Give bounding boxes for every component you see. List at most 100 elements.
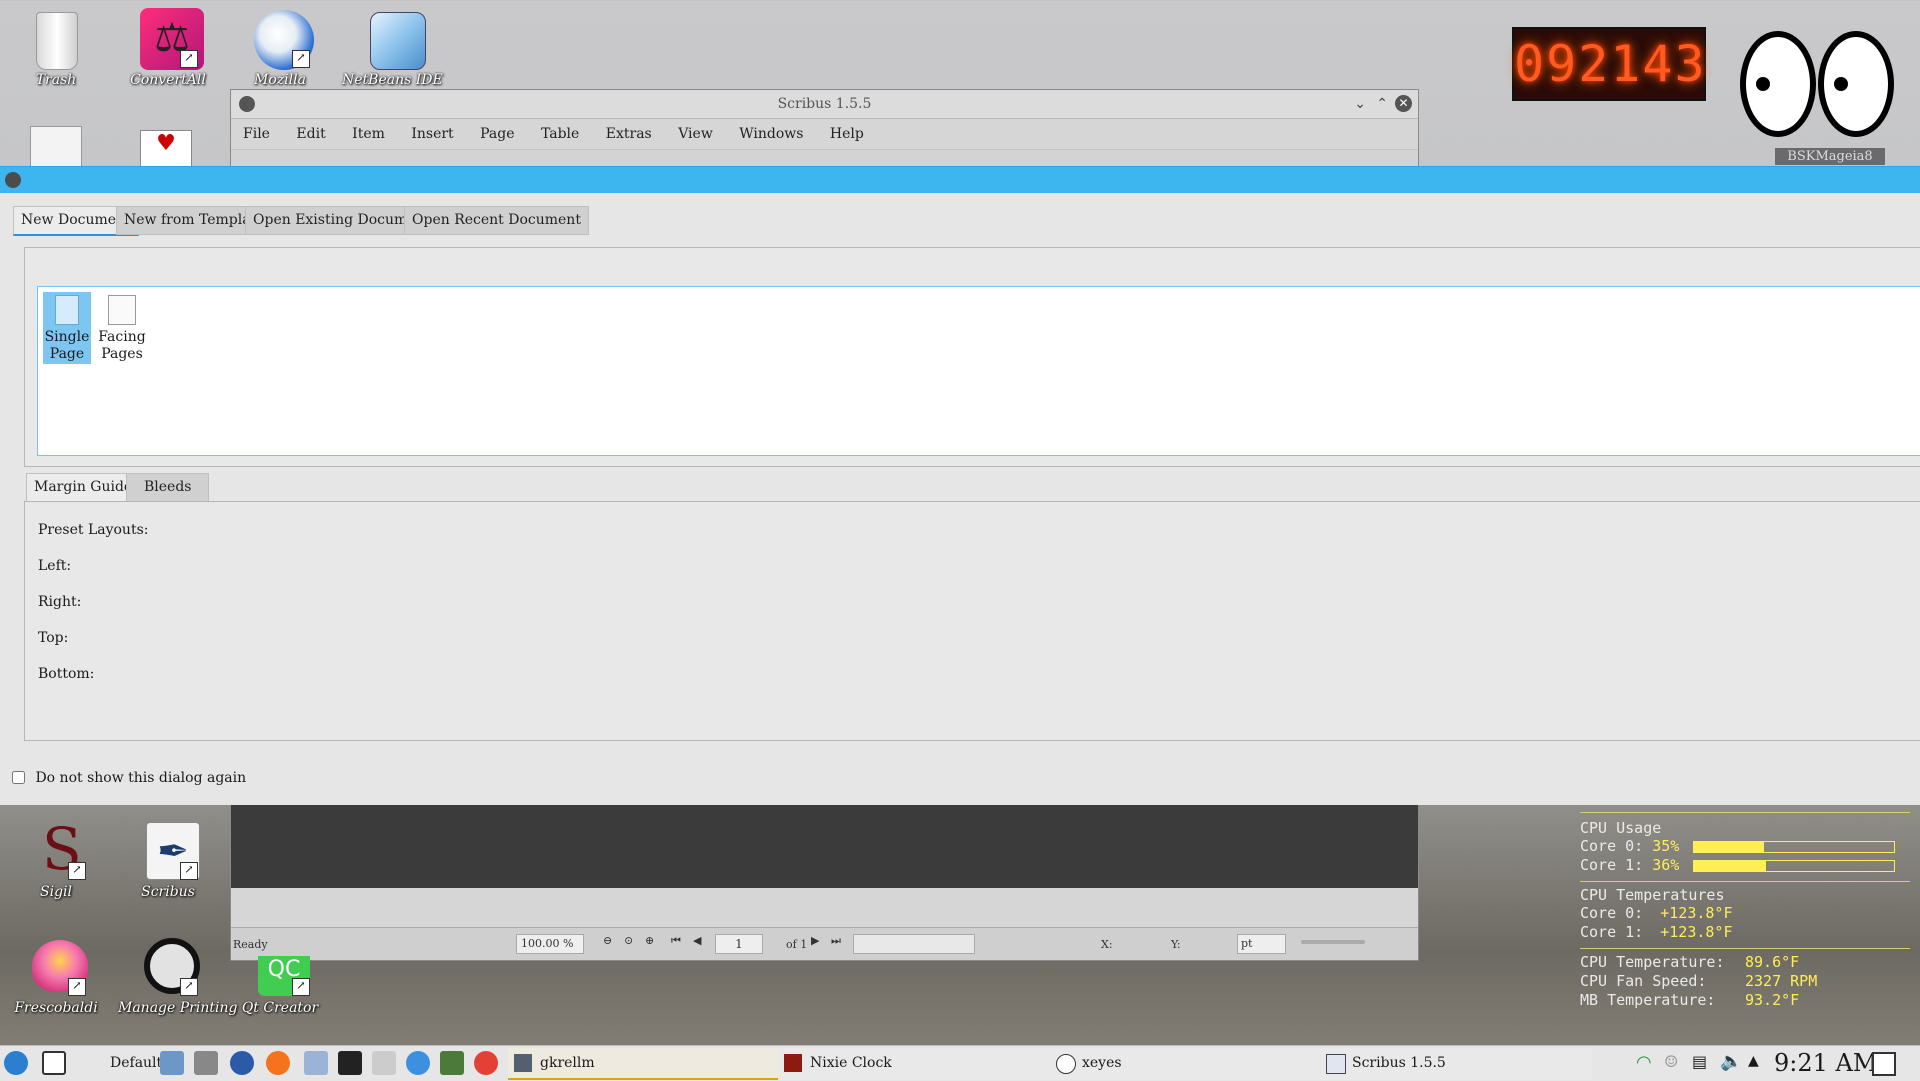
pen-icon: ✒ ↗ [140, 818, 200, 884]
unit-select[interactable]: pt [1237, 934, 1286, 954]
core0-usage-bar [1693, 841, 1895, 853]
core-usage-value: 35% [1652, 837, 1680, 855]
desktop-icon-manage-printing[interactable]: ↗ Manage Printing [118, 934, 237, 1016]
zoom-field[interactable]: 100.00 % [516, 934, 584, 954]
dont-show-label: Do not show this dialog again [35, 770, 247, 786]
menu-view[interactable]: View [678, 126, 713, 142]
layer-select[interactable] [853, 934, 975, 954]
user-icon[interactable]: ☺ [1664, 1052, 1678, 1071]
bird-icon[interactable] [406, 1051, 430, 1075]
menu-item[interactable]: Item [352, 126, 385, 142]
facing-pages-icon [108, 295, 136, 325]
menu-windows[interactable]: Windows [739, 126, 803, 142]
core1-usage-row: Core 1: 36% [1580, 856, 1910, 875]
zoom-reset-icon[interactable]: ⊙ [624, 934, 633, 947]
core0-temp-row: Core 0: +123.8°F [1580, 904, 1910, 923]
taskbar: Default gkrellm Nixie Clock xeyes Scribu… [0, 1045, 1920, 1081]
tray-expand-icon[interactable]: ▲ [1748, 1053, 1759, 1069]
taskbar-app-gkrellm[interactable]: gkrellm [508, 1048, 780, 1080]
menu-file[interactable]: File [243, 126, 270, 142]
status-bar: Ready 100.00 % ⊖ ⊙ ⊕ ⏮ ◀ 1 of 1 ▶ ⏭ X: Y… [231, 927, 1418, 960]
new-document-dialog[interactable]: New Document New from Template Open Exis… [0, 166, 1920, 805]
zoom-in-icon[interactable]: ⊕ [645, 934, 654, 947]
terminal-icon[interactable] [338, 1051, 362, 1075]
workspace-label[interactable]: Default [110, 1055, 162, 1071]
desktop-icon-trash[interactable]: Trash [6, 6, 106, 88]
settings-icon[interactable] [230, 1051, 254, 1075]
layout-single-page[interactable]: Single Page [43, 292, 91, 364]
eye-right [1818, 31, 1894, 137]
dont-show-checkbox[interactable] [12, 771, 25, 784]
tab-open-recent[interactable]: Open Recent Document [404, 206, 589, 235]
desktop-icon-scribus[interactable]: ✒ ↗ Scribus [118, 818, 218, 900]
next-page-icon[interactable]: ▶ [811, 934, 819, 947]
prev-page-icon[interactable]: ◀ [693, 934, 701, 947]
start-menu-icon[interactable] [4, 1051, 28, 1075]
desktop-icon-qt-creator[interactable]: QC ↗ Qt Creator [230, 934, 330, 1016]
layout-list[interactable]: Single Page Facing Pages [37, 286, 1920, 456]
document-icon[interactable] [30, 126, 82, 168]
chrome-icon[interactable] [474, 1051, 498, 1075]
core0-usage-row: Core 0: 35% [1580, 837, 1910, 856]
volume-icon[interactable]: 🔈 [1720, 1051, 1742, 1072]
shortcut-arrow-icon: ↗ [292, 978, 310, 996]
page-number-field[interactable]: 1 [715, 934, 763, 954]
last-page-icon[interactable]: ⏭ [831, 934, 841, 948]
first-page-icon[interactable]: ⏮ [671, 934, 681, 948]
right-margin-label: Right: [38, 594, 82, 610]
scale-icon: ⚖ ↗ [140, 6, 204, 72]
menu-edit[interactable]: Edit [296, 126, 325, 142]
menu-insert[interactable]: Insert [411, 126, 453, 142]
nixie-clock: 092143 [1512, 27, 1706, 101]
wifi-icon[interactable]: ◠ [1636, 1052, 1652, 1073]
metric-value: 89.6°F [1745, 953, 1800, 971]
dont-show-row[interactable]: Do not show this dialog again [12, 770, 246, 786]
database-icon[interactable] [304, 1051, 328, 1075]
desktop-icon-sigil[interactable]: S ↗ Sigil [6, 818, 106, 900]
metric-label: MB Temperature: [1580, 991, 1716, 1009]
tab-bleeds[interactable]: Bleeds [126, 473, 210, 502]
desktop-icon-netbeans[interactable]: NetBeans IDE [342, 6, 443, 88]
desktop-pager-icon[interactable] [1872, 1052, 1896, 1076]
desktop-icon-convertall[interactable]: ⚖ ↗ ConvertAll [118, 6, 218, 88]
nixie-clock-icon [784, 1054, 802, 1072]
menu-bar: File Edit Item Insert Page Table Extras … [231, 119, 1418, 149]
editor-icon[interactable] [372, 1051, 396, 1075]
preview-slider[interactable] [1301, 940, 1365, 944]
maximize-icon[interactable]: ⌃ [1376, 90, 1388, 118]
taskbar-app-label: Nixie Clock [810, 1055, 892, 1071]
desktop-icon-label: Mozilla [254, 72, 306, 88]
dialog-titlebar[interactable] [0, 167, 1920, 193]
menu-table[interactable]: Table [541, 126, 579, 142]
core-label: Core 0: [1580, 904, 1644, 922]
cpu-temp-row: CPU Temperature: 89.6°F [1580, 953, 1910, 972]
layout-label: Facing Pages [98, 329, 146, 362]
cards-icon[interactable]: ♥ [140, 130, 192, 168]
clipboard-icon[interactable]: ▤ [1692, 1052, 1707, 1071]
desktop-icon-frescobaldi[interactable]: ↗ Frescobaldi [6, 934, 106, 1016]
file-manager-icon[interactable] [160, 1051, 184, 1075]
show-desktop-icon[interactable] [42, 1051, 66, 1075]
layout-label: Single Page [44, 329, 90, 362]
zoom-out-icon[interactable]: ⊖ [603, 934, 612, 947]
desktop-icon-label: Trash [35, 72, 77, 88]
menu-page[interactable]: Page [480, 126, 514, 142]
window-titlebar[interactable]: Scribus 1.5.5 ⌄ ⌃ ✕ [231, 90, 1418, 119]
desktop-icon-mozilla[interactable]: ↗ Mozilla [230, 6, 330, 88]
x-coord-label: X: [1101, 938, 1113, 951]
taskbar-app-scribus[interactable]: Scribus 1.5.5 [1320, 1048, 1592, 1080]
menu-extras[interactable]: Extras [606, 126, 652, 142]
menu-help[interactable]: Help [830, 126, 864, 142]
scribus-logo-icon [239, 96, 255, 112]
taskbar-app-nixie-clock[interactable]: Nixie Clock [778, 1048, 1050, 1080]
taskbar-clock[interactable]: 9:21 AM [1774, 1049, 1877, 1077]
qt-icon: QC ↗ [252, 934, 310, 1000]
taskbar-app-xeyes[interactable]: xeyes [1050, 1048, 1322, 1080]
layout-facing-pages[interactable]: Facing Pages [98, 292, 146, 364]
tools-icon[interactable] [194, 1051, 218, 1075]
close-icon[interactable]: ✕ [1395, 95, 1412, 112]
inkscape-icon[interactable] [440, 1051, 464, 1075]
desktop-icon-label: Frescobaldi [14, 1000, 98, 1016]
minimize-icon[interactable]: ⌄ [1354, 90, 1366, 118]
firefox-icon[interactable] [266, 1051, 290, 1075]
